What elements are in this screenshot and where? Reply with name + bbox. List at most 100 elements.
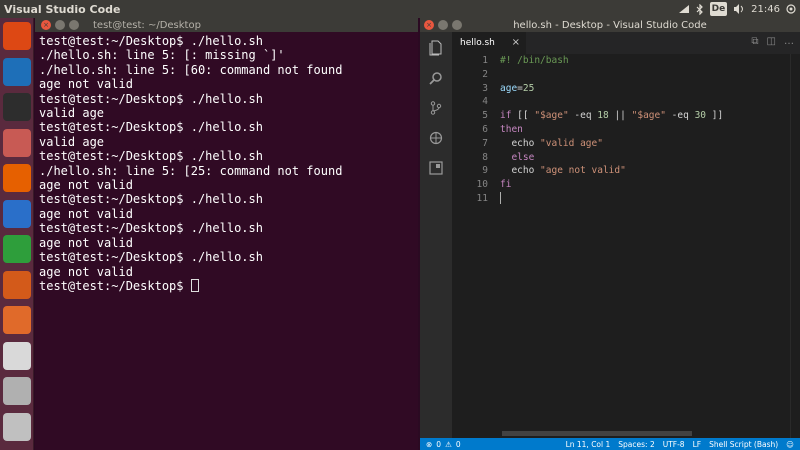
terminal-line: test@test:~/Desktop$ ./hello.sh xyxy=(39,221,263,236)
active-app-title: Visual Studio Code xyxy=(4,2,121,16)
end-of-line[interactable]: LF xyxy=(693,440,702,449)
code-line[interactable]: #! /bin/bash xyxy=(500,54,723,68)
network-icon[interactable] xyxy=(678,2,690,16)
line-numbers: 1 2 3 4 5 6 7 8 9 10 11 xyxy=(452,54,488,206)
code-line[interactable]: age=25 xyxy=(500,82,723,96)
terminal-line: ./hello.sh: line 5: [: missing `]' xyxy=(39,48,285,63)
activity-bar xyxy=(420,32,452,438)
code-token: || xyxy=(608,110,632,122)
search-icon[interactable] xyxy=(424,66,448,90)
launcher xyxy=(0,18,34,450)
code-token: age xyxy=(500,82,518,94)
tab-hello-sh[interactable]: hello.sh × xyxy=(452,32,526,54)
terminal-line: valid age xyxy=(39,134,105,149)
terminal-line: age not valid xyxy=(39,77,133,92)
settings-icon[interactable] xyxy=(3,377,31,405)
clock[interactable]: 21:46 xyxy=(751,2,780,16)
maximize-icon[interactable] xyxy=(69,20,79,30)
more-actions-icon[interactable]: … xyxy=(784,36,794,47)
tab-label: hello.sh xyxy=(460,38,495,48)
power-settings-icon[interactable] xyxy=(786,2,796,16)
debug-icon[interactable] xyxy=(424,126,448,150)
terminal-line: age not valid xyxy=(39,264,133,279)
split-editor-icon[interactable]: ◫ xyxy=(767,36,776,47)
amazon-icon[interactable] xyxy=(3,341,31,370)
smiley-feedback-icon[interactable]: ☺ xyxy=(786,440,794,449)
code-token: "$age" xyxy=(534,110,569,122)
trash-icon[interactable] xyxy=(3,412,31,441)
ubuntu-dash-icon[interactable] xyxy=(3,22,31,50)
code-line[interactable]: then xyxy=(500,123,723,137)
line-number: 2 xyxy=(482,68,488,80)
vscode-title: hello.sh - Desktop - Visual Studio Code xyxy=(513,19,707,31)
vscode-titlebar[interactable]: × hello.sh - Desktop - Visual Studio Cod… xyxy=(420,18,800,32)
code-token: "age not valid" xyxy=(540,165,626,177)
code-token: #! /bin/bash xyxy=(500,55,569,66)
calc-icon[interactable] xyxy=(3,235,31,263)
terminal-line: ./hello.sh: line 5: [60: command not fou… xyxy=(39,62,343,77)
indentation[interactable]: Spaces: 2 xyxy=(618,440,654,449)
terminal-prompt-line[interactable]: test@test:~/Desktop$ xyxy=(39,278,414,293)
minimize-icon[interactable] xyxy=(55,20,65,30)
vertical-scrollbar[interactable] xyxy=(790,54,800,438)
terminal-output[interactable]: test@test:~/Desktop$ ./hello.sh ./hello.s… xyxy=(35,32,418,295)
files-icon[interactable] xyxy=(3,128,31,157)
terminal-icon[interactable] xyxy=(3,93,31,121)
software-center-icon[interactable] xyxy=(3,306,31,334)
code-line[interactable] xyxy=(500,191,723,206)
editor-actions: ⧉ ◫ … xyxy=(751,36,794,47)
problems-indicator[interactable]: ⊗ 0 ⚠ 0 xyxy=(420,440,461,449)
code-token: 18 xyxy=(597,110,609,122)
extensions-icon[interactable] xyxy=(424,156,448,180)
terminal-title: test@test: ~/Desktop xyxy=(93,19,201,31)
bluetooth-icon[interactable] xyxy=(696,2,704,16)
source-control-icon[interactable] xyxy=(424,96,448,120)
terminal-line: age not valid xyxy=(39,206,133,221)
terminal-window[interactable]: × test@test: ~/Desktop test@test:~/Deskt… xyxy=(35,18,418,450)
code-token: "valid age" xyxy=(540,137,603,149)
indicator-area: De 21:46 xyxy=(678,0,796,18)
code-line[interactable]: if [[ "$age" -eq 18 || "$age" -eq 30 ]] xyxy=(500,109,723,123)
line-number: 1 xyxy=(482,55,488,66)
code-editor[interactable]: 1 2 3 4 5 6 7 8 9 10 11 #! /bin/bash age=25 if [[ "$… xyxy=(452,54,800,438)
code-line[interactable]: fi xyxy=(500,178,723,192)
volume-icon[interactable] xyxy=(733,2,745,16)
open-changes-icon[interactable]: ⧉ xyxy=(751,36,758,47)
language-mode[interactable]: Shell Script (Bash) xyxy=(709,440,778,449)
code-token: -eq xyxy=(665,110,695,122)
horizontal-scrollbar[interactable] xyxy=(502,431,692,436)
top-panel: Visual Studio Code De 21:46 xyxy=(0,0,800,18)
line-number: 9 xyxy=(482,165,488,177)
close-icon[interactable]: × xyxy=(41,20,51,30)
code-line[interactable]: echo "valid age" xyxy=(500,137,723,151)
warning-icon: ⚠ xyxy=(445,439,452,449)
vscode-icon[interactable] xyxy=(3,57,31,86)
code-token: else xyxy=(500,151,535,163)
vscode-window[interactable]: × hello.sh - Desktop - Visual Studio Cod… xyxy=(420,18,800,450)
code-token: [[ xyxy=(511,110,535,122)
writer-icon[interactable] xyxy=(3,199,31,228)
code-line[interactable]: echo "age not valid" xyxy=(500,164,723,178)
code-line[interactable]: else xyxy=(500,151,723,165)
minimize-icon[interactable] xyxy=(438,20,448,30)
line-number: 7 xyxy=(482,137,488,149)
close-icon[interactable]: × xyxy=(512,37,520,48)
impress-icon[interactable] xyxy=(3,270,31,299)
keyboard-layout-indicator[interactable]: De xyxy=(709,2,728,16)
terminal-line: test@test:~/Desktop$ ./hello.sh xyxy=(39,250,263,265)
firefox-icon[interactable] xyxy=(3,164,31,192)
terminal-line: valid age xyxy=(39,106,105,121)
explorer-icon[interactable] xyxy=(424,36,448,60)
line-number: 5 xyxy=(482,110,488,122)
line-number: 11 xyxy=(476,192,488,204)
maximize-icon[interactable] xyxy=(452,20,462,30)
terminal-line: test@test:~/Desktop$ ./hello.sh xyxy=(39,192,263,207)
code-content[interactable]: #! /bin/bash age=25 if [[ "$age" -eq 18 ||… xyxy=(500,54,723,206)
terminal-titlebar[interactable]: × test@test: ~/Desktop xyxy=(35,18,418,32)
terminal-line: age not valid xyxy=(39,235,133,250)
code-line[interactable] xyxy=(500,95,723,109)
close-icon[interactable]: × xyxy=(424,20,434,30)
cursor-position[interactable]: Ln 11, Col 1 xyxy=(566,440,611,449)
encoding[interactable]: UTF-8 xyxy=(663,440,685,449)
code-line[interactable] xyxy=(500,68,723,82)
